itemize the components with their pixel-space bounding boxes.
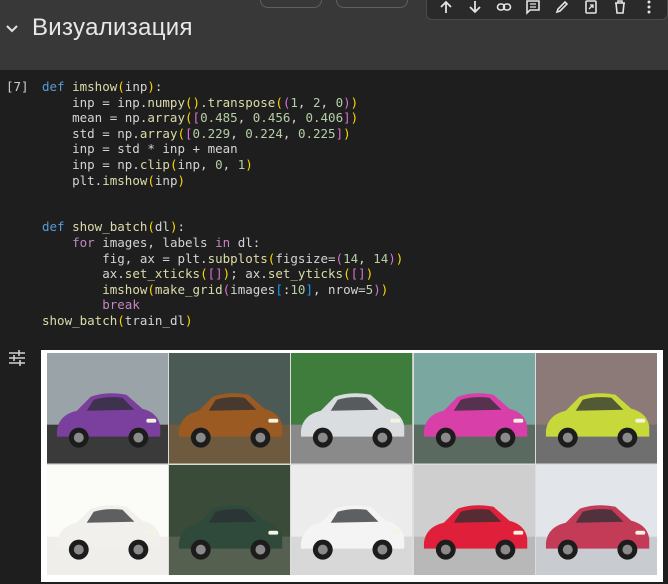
code-line: inp = inp.numpy().transpose((1, 2, 0)) xyxy=(42,94,359,110)
image-grid xyxy=(47,353,657,575)
car-image-silver-toyota xyxy=(291,353,413,464)
mirror-cell-icon xyxy=(584,0,597,14)
edit-icon xyxy=(555,0,568,14)
car-image-lime-coupe xyxy=(535,353,657,464)
cell-toolbar xyxy=(426,0,668,20)
car-image-purple-audi xyxy=(47,353,169,464)
arrow-up-icon xyxy=(439,0,452,13)
tab-stub[interactable] xyxy=(260,0,322,8)
arrow-down-icon xyxy=(468,1,481,14)
car-image-white-vw-collage xyxy=(291,464,413,575)
code-line: plt.imshow(inp) xyxy=(42,172,186,188)
mirror-cell-button[interactable] xyxy=(580,0,602,18)
code-line: imshow(make_grid(images[:10], nrow=5)) xyxy=(102,281,389,297)
add-comment-button[interactable] xyxy=(522,0,544,18)
move-cell-down-button[interactable] xyxy=(464,0,486,18)
code-line: std = np.array([0.229, 0.224, 0.225]) xyxy=(42,125,351,141)
execution-count: [7] xyxy=(6,79,29,94)
code-line: inp = std * inp + mean xyxy=(42,141,238,157)
cell-output xyxy=(0,342,668,584)
code-line: show_batch(train_dl) xyxy=(42,312,193,328)
car-image-white-rolls-royce xyxy=(47,464,169,575)
comment-icon xyxy=(525,0,540,15)
code-cell[interactable]: [7] def imshow(inp): inp = inp.numpy().t… xyxy=(0,70,668,342)
copy-link-button[interactable] xyxy=(493,0,515,18)
code-line: def show_batch(dl): xyxy=(42,219,186,235)
car-image-green-hatchback xyxy=(169,464,291,575)
edit-cell-button[interactable] xyxy=(551,0,573,18)
more-vert-icon xyxy=(647,0,650,14)
chevron-down-icon[interactable] xyxy=(4,20,20,36)
delete-icon xyxy=(614,0,625,14)
code-line: break xyxy=(102,297,140,313)
code-line: ax.set_xticks([]); ax.set_yticks([]) xyxy=(42,266,374,282)
code-line: inp = np.clip(inp, 0, 1) xyxy=(42,156,253,172)
car-image-bronze-aston-martin xyxy=(169,353,291,464)
more-actions-button[interactable] xyxy=(638,0,660,18)
output-figure xyxy=(41,350,663,582)
code-line: for images, labels in dl: xyxy=(72,234,261,250)
delete-cell-button[interactable] xyxy=(609,0,631,18)
car-image-pink-sports-car xyxy=(413,353,535,464)
link-icon xyxy=(496,3,511,11)
car-image-red-crossover xyxy=(535,464,657,575)
code-line: fig, ax = plt.subplots(figsize=(14, 14)) xyxy=(42,250,404,266)
code-editor[interactable]: def imshow(inp): inp = inp.numpy().trans… xyxy=(42,79,403,329)
section-header: Визуализация xyxy=(0,0,668,70)
code-line: def imshow(inp): xyxy=(42,79,163,94)
output-settings-icon[interactable] xyxy=(7,348,27,368)
tab-stub[interactable] xyxy=(336,0,408,8)
car-image-red-convertible xyxy=(413,464,535,575)
move-cell-up-button[interactable] xyxy=(435,0,457,18)
section-title: Визуализация xyxy=(32,14,193,41)
code-line: mean = np.array([0.485, 0.456, 0.406]) xyxy=(42,110,359,126)
